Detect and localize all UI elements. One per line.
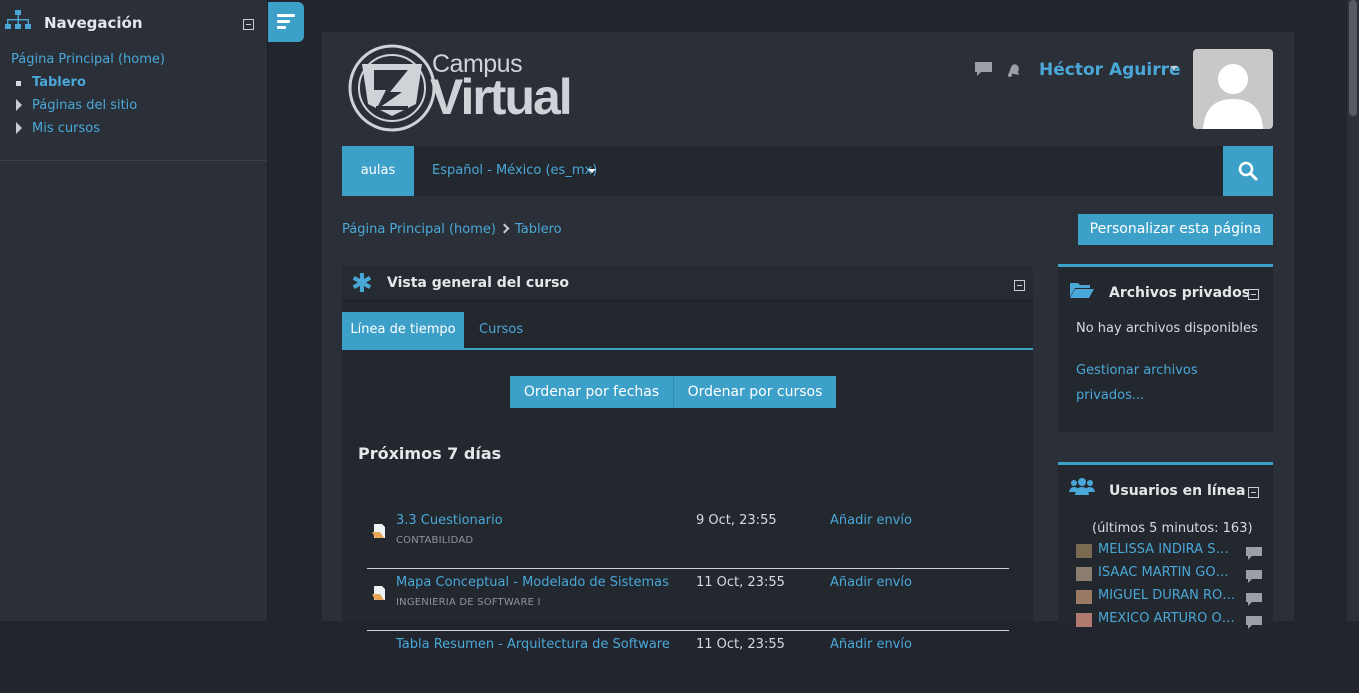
bullet-icon [16,81,21,86]
breadcrumb-current[interactable]: Tablero [515,222,562,237]
message-icon[interactable] [1246,616,1262,629]
divider [0,160,267,161]
online-user-row: MIGUEL DURAN ROD... [1076,588,1262,608]
search-button[interactable] [1223,146,1273,196]
bell-icon[interactable] [1006,62,1022,78]
message-icon[interactable] [1246,593,1262,606]
asterisk-icon: ✱ [351,269,373,299]
drawer-item-site-pages[interactable]: Páginas del sitio [32,98,137,113]
list-item: 3.3 Cuestionario CONTABILIDAD 9 Oct, 23:… [367,507,1009,569]
drawer-item-my-courses[interactable]: Mis cursos [32,121,100,136]
online-users-title: Usuarios en línea [1109,483,1246,499]
sitemap-icon [5,10,31,29]
breadcrumb: Página Principal (home) Tablero [342,222,562,237]
event-name-link[interactable]: Mapa Conceptual - Modelado de Sistemas [396,575,669,590]
event-name-link[interactable]: Tabla Resumen - Arquitectura de Software [396,637,670,652]
course-overview-block: ✱ Vista general del curso Línea de tiemp… [342,266,1033,652]
customize-page-button[interactable]: Personalizar esta página [1078,214,1273,245]
sort-button-group: Ordenar por fechas Ordenar por cursos [510,376,836,408]
chevron-right-icon[interactable] [16,99,22,111]
user-menu-name[interactable]: Héctor Aguirre [1039,60,1181,80]
nav-aulas-link[interactable]: aulas [342,146,414,196]
online-user-link[interactable]: MEXICO ARTURO OR... [1098,611,1236,626]
assignment-icon [372,524,385,538]
user-picture [1076,613,1092,627]
no-files-text: No hay archivos disponibles [1076,321,1258,336]
add-submission-link[interactable]: Añadir envío [830,513,912,528]
collapse-icon[interactable] [1248,289,1259,300]
logo-virtual-text: Virtual [430,69,573,125]
sort-by-dates-button[interactable]: Ordenar por fechas [510,376,674,408]
online-user-link[interactable]: ISAAC MARTIN GONZ... [1098,565,1236,580]
scrollbar[interactable] [1347,0,1359,621]
private-files-title: Archivos privados [1109,285,1251,301]
section-title: Próximos 7 días [358,444,502,463]
online-user-link[interactable]: MIGUEL DURAN ROD... [1098,588,1236,603]
list-item: Tabla Resumen - Arquitectura de Software… [367,631,1009,693]
breadcrumb-home[interactable]: Página Principal (home) [342,222,496,237]
tab-courses[interactable]: Cursos [479,322,523,337]
user-picture [1076,567,1092,581]
event-date: 11 Oct, 23:55 [696,637,785,652]
tab-timeline[interactable]: Línea de tiempo [342,312,464,348]
users-icon [1069,478,1095,495]
drawer-item-dashboard[interactable]: Tablero [32,75,86,90]
private-files-block: Archivos privados No hay archivos dispon… [1058,264,1273,432]
avatar[interactable] [1193,49,1273,129]
tabs: Línea de tiempo Cursos [342,312,1033,350]
event-date: 11 Oct, 23:55 [696,575,785,590]
manage-files-link-cont[interactable]: privados... [1076,388,1144,403]
navigation-drawer: Navegación Página Principal (home) Table… [0,0,268,621]
event-course: CONTABILIDAD [396,535,474,546]
chevron-down-icon[interactable] [588,169,596,173]
online-user-row: ISAAC MARTIN GONZ... [1076,565,1262,585]
online-user-row: MELISSA INDIRA SAE... [1076,542,1262,562]
message-icon[interactable] [1246,570,1262,583]
university-seal-logo [348,44,436,132]
add-submission-link[interactable]: Añadir envío [830,637,912,652]
event-date: 9 Oct, 23:55 [696,513,777,528]
collapse-icon[interactable] [1248,487,1259,498]
online-user-link[interactable]: MELISSA INDIRA SAE... [1098,542,1236,557]
navigation-block-header: Navegación [0,0,267,44]
chevron-right-icon[interactable] [16,122,22,134]
collapse-icon[interactable] [1014,280,1025,291]
collapse-icon[interactable] [243,19,254,30]
manage-files-link[interactable]: Gestionar archivos [1076,363,1198,378]
search-icon [1238,161,1258,181]
drawer-toggle-button[interactable] [268,2,304,42]
language-menu[interactable]: Español - México (es_mx) [432,163,597,178]
block-header: ✱ Vista general del curso [342,266,1033,301]
assignment-icon [372,586,385,600]
list-item: Mapa Conceptual - Modelado de Sistemas I… [367,569,1009,631]
chevron-right-icon [499,223,510,234]
message-icon[interactable] [1246,547,1262,560]
folder-open-icon [1070,283,1094,298]
user-picture [1076,544,1092,558]
block-title: Vista general del curso [387,275,570,291]
online-users-block: Usuarios en línea (últimos 5 minutos: 16… [1058,462,1273,629]
sort-by-courses-button[interactable]: Ordenar por cursos [674,376,836,408]
page-content: Campus Virtual Héctor Aguirre aulas Espa… [322,32,1294,652]
online-users-count: (últimos 5 minutos: 163) [1092,521,1253,536]
navigation-title: Navegación [44,14,143,32]
online-user-row: MEXICO ARTURO OR... [1076,611,1262,631]
event-course: INGENIERIA DE SOFTWARE I [396,597,541,608]
message-icon[interactable] [975,62,992,77]
drawer-item-home[interactable]: Página Principal (home) [11,52,165,67]
chevron-down-icon[interactable] [1170,66,1178,70]
scrollbar-thumb[interactable] [1349,0,1357,116]
add-submission-link[interactable]: Añadir envío [830,575,912,590]
user-picture [1076,590,1092,604]
custom-menu-bar: aulas Español - México (es_mx) [342,146,1273,196]
event-name-link[interactable]: 3.3 Cuestionario [396,513,503,528]
